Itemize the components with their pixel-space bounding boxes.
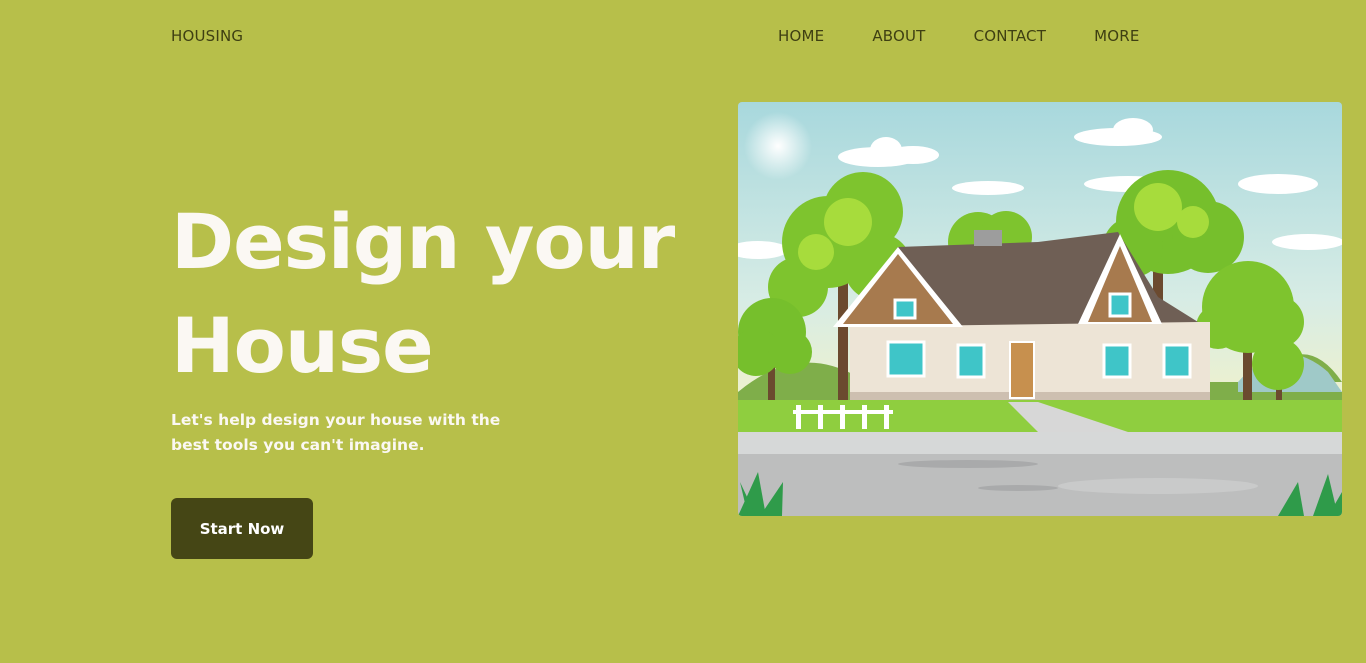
start-now-button[interactable]: Start Now [171,498,313,559]
hero-description: Let's help design your house with the be… [171,411,501,454]
house-illustration-art [738,102,1342,516]
nav-item-contact[interactable]: CONTACT [974,27,1047,45]
landing-page: HOUSING HOME ABOUT CONTACT MORE Design y… [0,0,1366,663]
hero-title-line2: House [171,301,434,390]
brand-logo[interactable]: HOUSING [171,27,243,45]
house-illustration [738,102,1342,516]
nav-item-about[interactable]: ABOUT [872,27,925,45]
nav-item-home[interactable]: HOME [778,27,824,45]
nav-item-more[interactable]: MORE [1094,27,1139,45]
hero-title-line1: Design your [171,197,675,286]
main-nav: HOME ABOUT CONTACT MORE [778,27,1140,45]
hero-title: Design your House [171,190,711,398]
